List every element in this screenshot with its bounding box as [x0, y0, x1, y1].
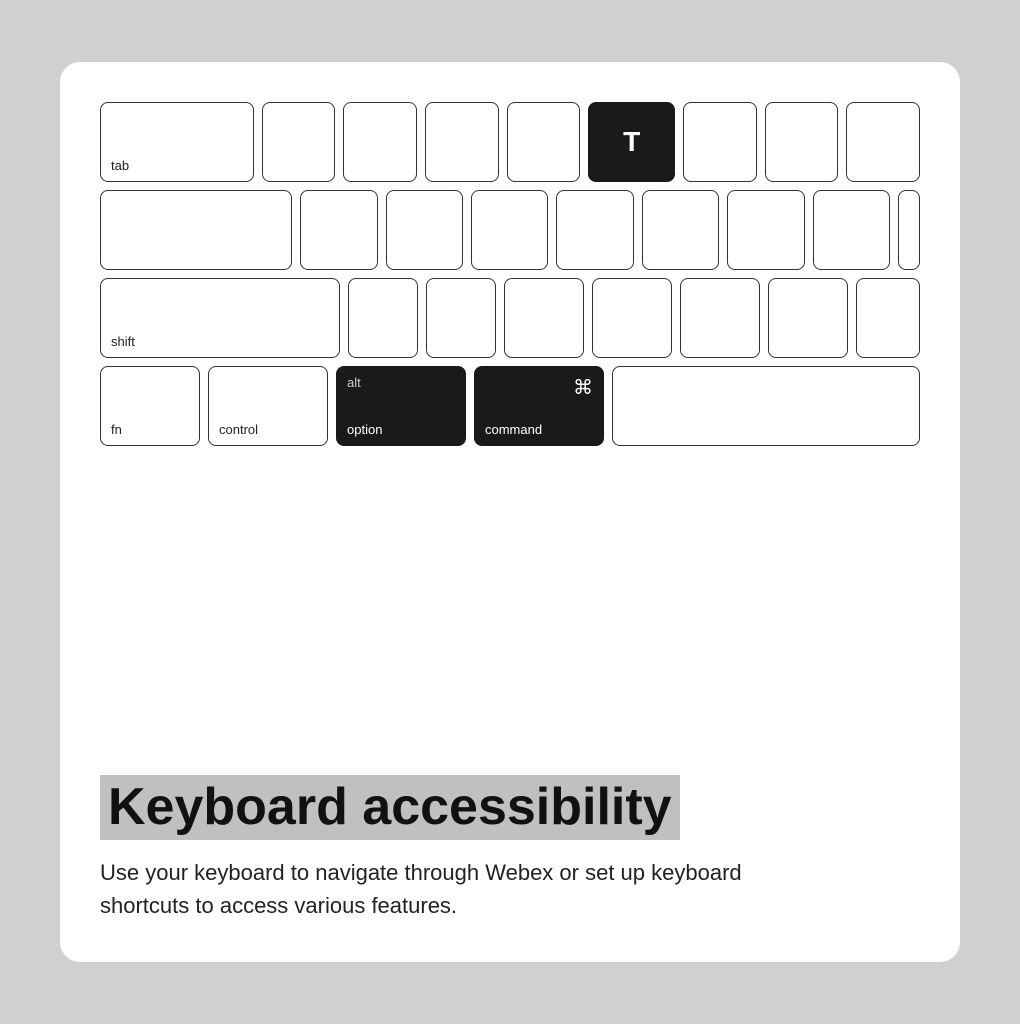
- shift-key[interactable]: shift: [100, 278, 340, 358]
- tab-key[interactable]: tab: [100, 102, 254, 182]
- tab-key-label: tab: [111, 158, 243, 173]
- key-n[interactable]: [768, 278, 848, 358]
- card: tab T: [60, 62, 960, 962]
- keyboard-row-1: tab T: [100, 102, 920, 182]
- keyboard-row-4: fn control alt option: [100, 366, 920, 446]
- description-text: Use your keyboard to navigate through We…: [100, 856, 780, 922]
- key-w[interactable]: [343, 102, 417, 182]
- key-a[interactable]: [300, 190, 377, 270]
- key-h[interactable]: [727, 190, 804, 270]
- heading-highlight: Keyboard accessibility: [100, 775, 680, 840]
- key-d[interactable]: [471, 190, 548, 270]
- control-key[interactable]: control: [208, 366, 328, 446]
- keyboard: tab T: [100, 102, 920, 446]
- key-k[interactable]: [898, 190, 920, 270]
- key-u[interactable]: [765, 102, 839, 182]
- keyboard-section: tab T: [100, 102, 920, 755]
- key-c[interactable]: [504, 278, 584, 358]
- key-i[interactable]: [846, 102, 920, 182]
- shift-key-label: shift: [111, 334, 329, 349]
- key-g[interactable]: [642, 190, 719, 270]
- space-key[interactable]: [612, 366, 920, 446]
- key-f[interactable]: [556, 190, 633, 270]
- option-key-label: option: [347, 422, 455, 437]
- keyboard-row-2: [100, 190, 920, 270]
- keyboard-row-3: shift: [100, 278, 920, 358]
- key-v[interactable]: [592, 278, 672, 358]
- text-section: Keyboard accessibility Use your keyboard…: [100, 755, 920, 922]
- fn-key[interactable]: fn: [100, 366, 200, 446]
- key-j[interactable]: [813, 190, 890, 270]
- command-symbol: ⌘: [573, 375, 593, 400]
- option-key[interactable]: alt option: [336, 366, 466, 446]
- key-y[interactable]: [683, 102, 757, 182]
- key-t-label: T: [623, 126, 640, 158]
- key-z[interactable]: [348, 278, 418, 358]
- control-key-label: control: [219, 422, 317, 437]
- key-t-highlighted[interactable]: T: [588, 102, 675, 182]
- page-title: Keyboard accessibility: [108, 779, 672, 836]
- key-s[interactable]: [386, 190, 463, 270]
- fn-key-label: fn: [111, 422, 189, 437]
- key-r[interactable]: [507, 102, 581, 182]
- key-b[interactable]: [680, 278, 760, 358]
- alt-label: alt: [347, 375, 455, 390]
- key-q[interactable]: [262, 102, 336, 182]
- command-key-label: command: [485, 422, 593, 437]
- key-m[interactable]: [856, 278, 920, 358]
- key-x[interactable]: [426, 278, 496, 358]
- caps-key[interactable]: [100, 190, 292, 270]
- command-key[interactable]: ⌘ command: [474, 366, 604, 446]
- key-e[interactable]: [425, 102, 499, 182]
